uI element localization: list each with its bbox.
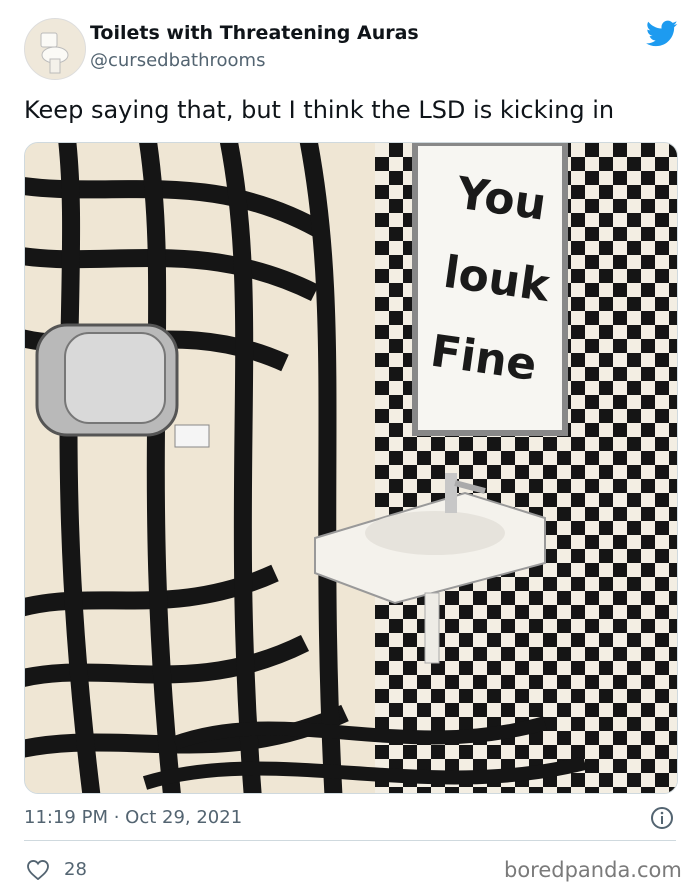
like-count: 28 [64,859,87,880]
tweet-header: Toilets with Threatening Auras @cursedba… [0,0,700,90]
watermark: boredpanda.com [504,858,682,882]
twitter-bird-icon [646,20,678,47]
author-name[interactable]: Toilets with Threatening Auras [90,22,419,44]
heart-icon[interactable] [27,860,49,880]
tweet-timestamp[interactable]: 11:19 PM · Oct 29, 2021 [24,807,242,828]
tweet-photo[interactable]: You louk Fine [24,142,678,794]
avatar[interactable] [24,18,86,80]
author-handle[interactable]: @cursedbathrooms [90,50,265,71]
divider [24,840,676,841]
info-icon[interactable] [650,806,674,830]
tweet-text: Keep saying that, but I think the LSD is… [24,96,615,124]
